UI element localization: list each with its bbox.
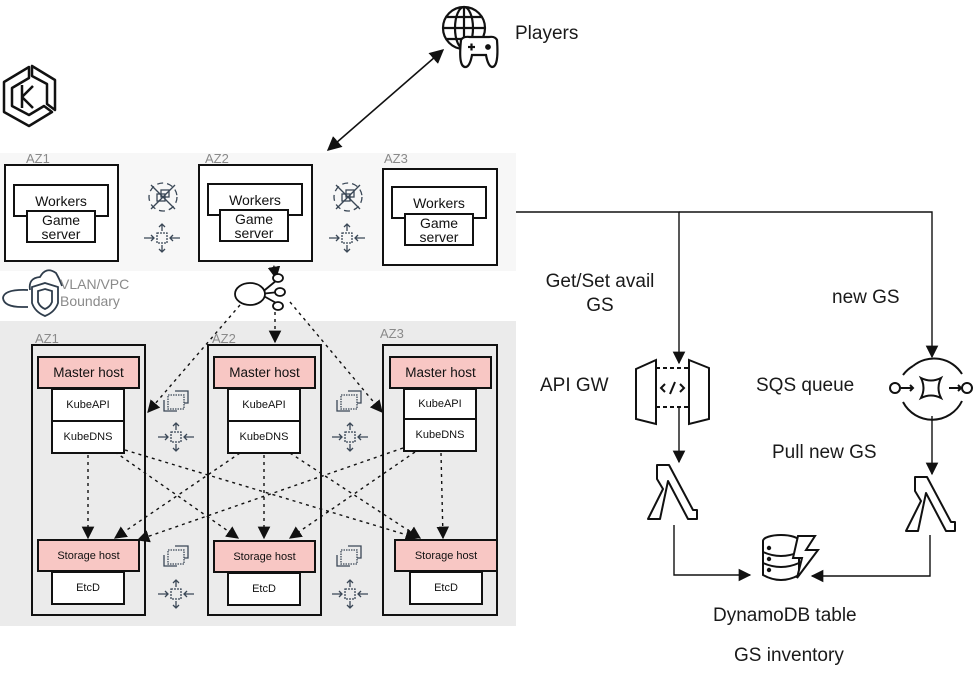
api-gateway-icon xyxy=(635,358,710,426)
sqs-queue-icon xyxy=(889,357,973,421)
lambda-icon xyxy=(647,464,698,520)
serverless-icons xyxy=(635,357,973,581)
dynamodb-icon xyxy=(762,534,820,581)
lambda-icon xyxy=(905,476,956,532)
